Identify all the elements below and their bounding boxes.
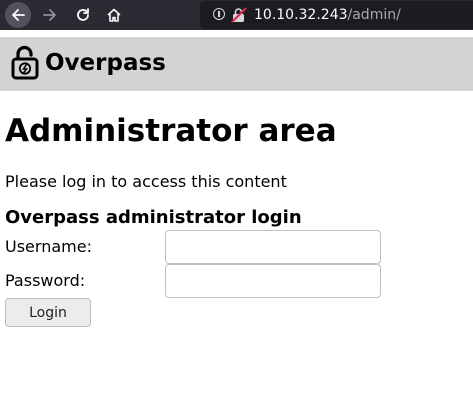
password-label: Password: xyxy=(5,271,86,290)
open-lock-icon xyxy=(11,45,39,80)
url-text[interactable]: 10.10.32.243/admin/ xyxy=(254,7,401,23)
insecure-lock-icon[interactable] xyxy=(230,6,248,24)
back-icon xyxy=(12,9,25,21)
forward-button[interactable] xyxy=(37,2,63,28)
username-field[interactable] xyxy=(165,230,381,264)
home-icon xyxy=(107,8,121,22)
password-field[interactable] xyxy=(165,264,381,298)
site-title: Overpass xyxy=(45,50,166,76)
forward-icon xyxy=(43,9,56,21)
intro-text: Please log in to access this content xyxy=(5,172,287,191)
reload-button[interactable] xyxy=(70,2,96,28)
login-button[interactable]: Login xyxy=(5,298,91,327)
browser-toolbar: 10.10.32.243/admin/ xyxy=(0,0,473,30)
page-title: Administrator area xyxy=(5,113,337,149)
home-button[interactable] xyxy=(101,2,127,28)
info-icon[interactable] xyxy=(213,8,225,20)
login-heading: Overpass administrator login xyxy=(5,207,302,228)
username-label: Username: xyxy=(5,237,92,256)
reload-icon xyxy=(77,8,89,21)
url-path: /admin/ xyxy=(347,7,401,23)
address-bar[interactable]: 10.10.32.243/admin/ xyxy=(200,1,473,29)
url-host: 10.10.32.243 xyxy=(254,7,348,23)
back-button[interactable] xyxy=(5,2,31,28)
site-header: Overpass xyxy=(0,37,473,91)
